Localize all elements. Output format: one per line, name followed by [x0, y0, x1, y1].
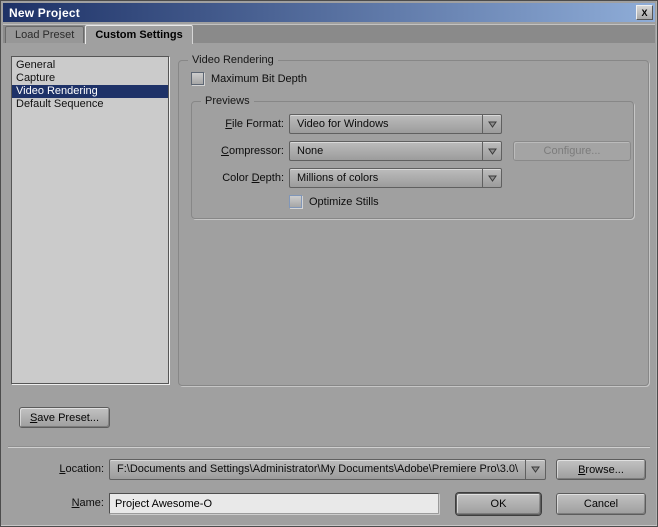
location-dropdown-button[interactable]: [525, 460, 545, 479]
tab-custom-settings[interactable]: Custom Settings: [85, 25, 192, 44]
footer-divider: [8, 446, 650, 448]
close-button[interactable]: X: [636, 5, 653, 20]
location-combo[interactable]: F:\Documents and Settings\Administrator\…: [109, 459, 546, 480]
compressor-dropdown-button[interactable]: [482, 142, 501, 160]
title-bar: New Project X: [3, 3, 655, 22]
maximum-bit-depth-row: Maximum Bit Depth: [191, 72, 648, 85]
compressor-label: Compressor:: [192, 145, 284, 157]
close-icon: X: [641, 8, 647, 18]
color-depth-row: Color Depth: Millions of colors: [192, 168, 633, 188]
list-item-video-rendering[interactable]: Video Rendering: [12, 85, 168, 98]
location-value: F:\Documents and Settings\Administrator\…: [117, 460, 523, 479]
file-format-label: File Format:: [192, 118, 284, 130]
chevron-down-icon: [488, 121, 497, 128]
cancel-button[interactable]: Cancel: [556, 493, 646, 515]
compressor-row: Compressor: None Configure...: [192, 141, 633, 161]
configure-button[interactable]: Configure...: [513, 141, 631, 161]
ok-button[interactable]: OK: [456, 493, 541, 515]
optimize-stills-label: Optimize Stills: [309, 196, 379, 208]
list-item-capture[interactable]: Capture: [12, 72, 168, 85]
chevron-down-icon: [488, 148, 497, 155]
optimize-stills-row: Optimize Stills: [289, 195, 633, 208]
new-project-dialog: New Project X Load Preset Custom Setting…: [0, 0, 658, 527]
previews-group-label: Previews: [201, 95, 254, 107]
name-label: Name:: [1, 497, 104, 509]
name-field[interactable]: [109, 493, 439, 514]
file-format-row: File Format: Video for Windows: [192, 114, 633, 134]
file-format-dropdown-button[interactable]: [482, 115, 501, 133]
color-depth-dropdown-button[interactable]: [482, 169, 501, 187]
color-depth-value: Millions of colors: [297, 169, 479, 187]
file-format-dropdown[interactable]: Video for Windows: [289, 114, 502, 134]
optimize-stills-checkbox[interactable]: [289, 195, 302, 208]
browse-button[interactable]: Browse...: [556, 459, 646, 480]
chevron-down-icon: [531, 466, 540, 473]
maximum-bit-depth-checkbox[interactable]: [191, 72, 204, 85]
file-format-value: Video for Windows: [297, 115, 479, 133]
color-depth-dropdown[interactable]: Millions of colors: [289, 168, 502, 188]
settings-list[interactable]: General Capture Video Rendering Default …: [11, 56, 169, 384]
list-item-general[interactable]: General: [12, 59, 168, 72]
tab-load-preset[interactable]: Load Preset: [5, 26, 84, 43]
color-depth-label: Color Depth:: [192, 172, 284, 184]
tab-bar: Load Preset Custom Settings: [3, 24, 655, 43]
window-title: New Project: [9, 6, 80, 20]
video-rendering-group-label: Video Rendering: [188, 54, 278, 66]
location-label: Location:: [1, 463, 104, 475]
save-preset-button[interactable]: Save Preset...: [19, 407, 110, 428]
chevron-down-icon: [488, 175, 497, 182]
maximum-bit-depth-label: Maximum Bit Depth: [211, 73, 307, 85]
compressor-dropdown[interactable]: None: [289, 141, 502, 161]
list-item-default-sequence[interactable]: Default Sequence: [12, 98, 168, 111]
previews-group: Previews File Format: Video for Windows …: [191, 95, 634, 219]
video-rendering-group: Video Rendering Maximum Bit Depth Previe…: [178, 54, 649, 386]
compressor-value: None: [297, 142, 479, 160]
